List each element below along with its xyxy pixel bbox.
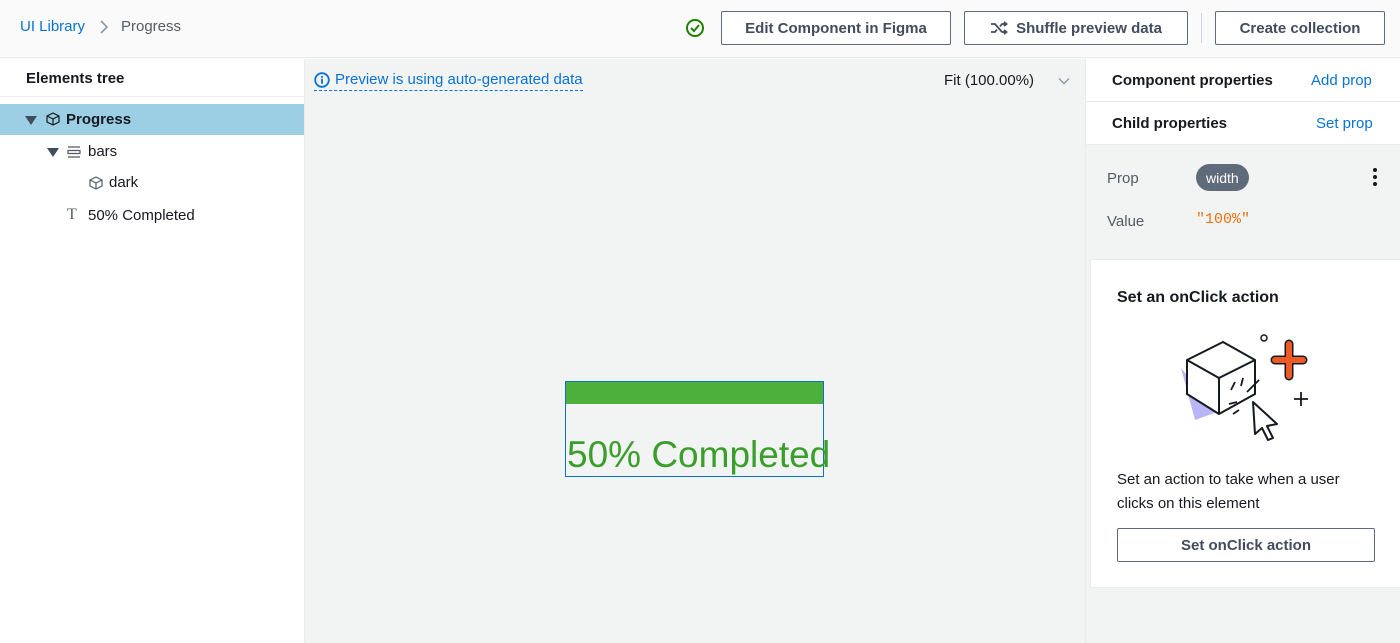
breadcrumb-current: Progress [121, 18, 182, 35]
progress-label: 50% Completed [567, 434, 831, 475]
properties-panel: Component properties Add prop Child prop… [1085, 59, 1400, 643]
tree-item-label: dark [109, 174, 139, 191]
edit-in-figma-label: Edit Component in Figma [745, 19, 927, 37]
prop-label: Prop [1107, 170, 1139, 187]
component-properties-title: Component properties [1112, 72, 1273, 89]
prop-name-badge[interactable]: width [1196, 164, 1249, 191]
shuffle-icon [991, 21, 1009, 35]
child-properties-title: Child properties [1112, 115, 1228, 132]
tree-item-dark[interactable]: dark [0, 167, 304, 198]
set-prop-link[interactable]: Set prop [1316, 115, 1373, 132]
zoom-select[interactable]: Fit (100.00%) [944, 72, 1034, 89]
onclick-action-card: Set an onClick action Set an action to t… [1090, 259, 1400, 588]
more-options-icon[interactable] [1372, 167, 1378, 187]
elements-tree-title: Elements tree [0, 59, 304, 97]
tree-item-bars[interactable]: bars [0, 136, 304, 167]
create-collection-label: Create collection [1239, 19, 1361, 37]
chevron-down-icon[interactable] [1058, 75, 1070, 87]
tree-item-label: Progress [66, 111, 132, 128]
flex-rows-icon [67, 146, 81, 158]
add-prop-link[interactable]: Add prop [1311, 72, 1372, 89]
onclick-card-description: Set an action to take when a user clicks… [1117, 471, 1340, 512]
cube-click-illustration-icon [1181, 334, 1308, 441]
cube-icon [46, 112, 60, 126]
shuffle-preview-label: Shuffle preview data [1016, 19, 1162, 37]
component-properties-header: Component properties Add prop [1086, 59, 1400, 102]
tree-item-text[interactable]: T 50% Completed [0, 200, 304, 231]
create-collection-button[interactable]: Create collection [1215, 11, 1385, 45]
progress-bar-fill [566, 382, 823, 404]
tree-item-label: bars [88, 143, 118, 160]
check-circle-icon [686, 19, 704, 37]
progress-component-preview[interactable]: 50% Completed [565, 381, 830, 477]
set-onclick-action-label: Set onClick action [1180, 536, 1312, 554]
tree-item-progress[interactable]: Progress [0, 104, 304, 135]
preview-canvas: Preview is using auto-generated data Fit… [305, 59, 1085, 643]
toolbar-divider [1201, 13, 1202, 43]
expand-caret-icon[interactable] [25, 116, 37, 125]
progress-track [566, 382, 823, 404]
set-onclick-action-button[interactable]: Set onClick action [1117, 528, 1375, 562]
cube-icon [89, 176, 103, 190]
auto-generated-data-link[interactable]: Preview is using auto-generated data [314, 71, 583, 91]
edit-in-figma-button[interactable]: Edit Component in Figma [721, 11, 951, 45]
chevron-right-icon [100, 20, 109, 34]
info-icon [314, 71, 330, 88]
value-label: Value [1107, 213, 1145, 230]
prop-value[interactable]: "100%" [1196, 211, 1250, 228]
child-prop-row: Prop width Value "100%" [1086, 145, 1400, 257]
expand-caret-icon[interactable] [47, 148, 59, 157]
elements-tree-panel: Elements tree Progress bars dark T 50% C… [0, 59, 305, 643]
shuffle-preview-button[interactable]: Shuffle preview data [964, 11, 1188, 45]
tree-item-label: 50% Completed [88, 207, 195, 224]
auto-generated-data-label: Preview is using auto-generated data [335, 71, 583, 88]
breadcrumb-ui-library[interactable]: UI Library [20, 18, 85, 35]
top-bar: UI Library Progress Edit Component in Fi… [0, 0, 1400, 58]
onclick-card-title: Set an onClick action [1117, 289, 1279, 306]
text-icon: T [67, 206, 77, 223]
child-properties-header: Child properties Set prop [1086, 102, 1400, 145]
